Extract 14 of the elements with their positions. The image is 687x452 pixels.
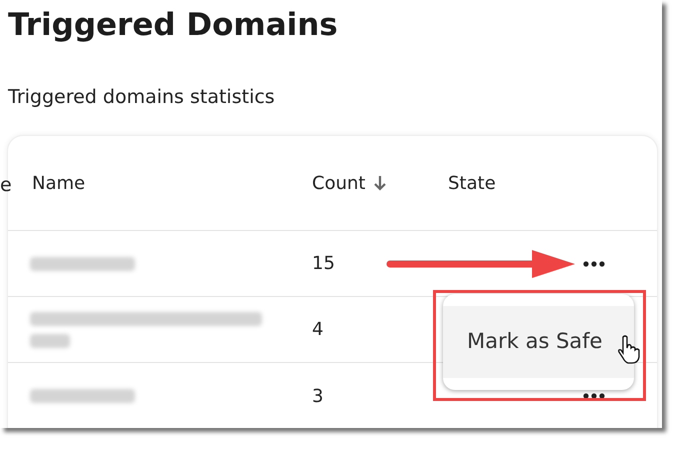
column-header[interactable]: State <box>448 170 496 196</box>
column-header[interactable]: Name <box>32 170 86 196</box>
more-options-icon[interactable] <box>583 260 605 266</box>
page-title: Triggered Domains <box>8 6 338 45</box>
count-cell: 4 <box>312 319 324 340</box>
count-cell: 3 <box>312 386 324 406</box>
text-fragment: e <box>0 173 12 198</box>
column-header[interactable]: Count <box>312 170 366 196</box>
menu-item[interactable]: Mark as Safe <box>443 306 634 378</box>
page-subtitle: Triggered domains statistics <box>8 85 275 110</box>
hand-cursor-icon <box>617 335 641 365</box>
count-cell: 15 <box>312 253 335 274</box>
sort-down-icon[interactable] <box>373 174 388 192</box>
more-options-icon[interactable] <box>583 393 605 399</box>
